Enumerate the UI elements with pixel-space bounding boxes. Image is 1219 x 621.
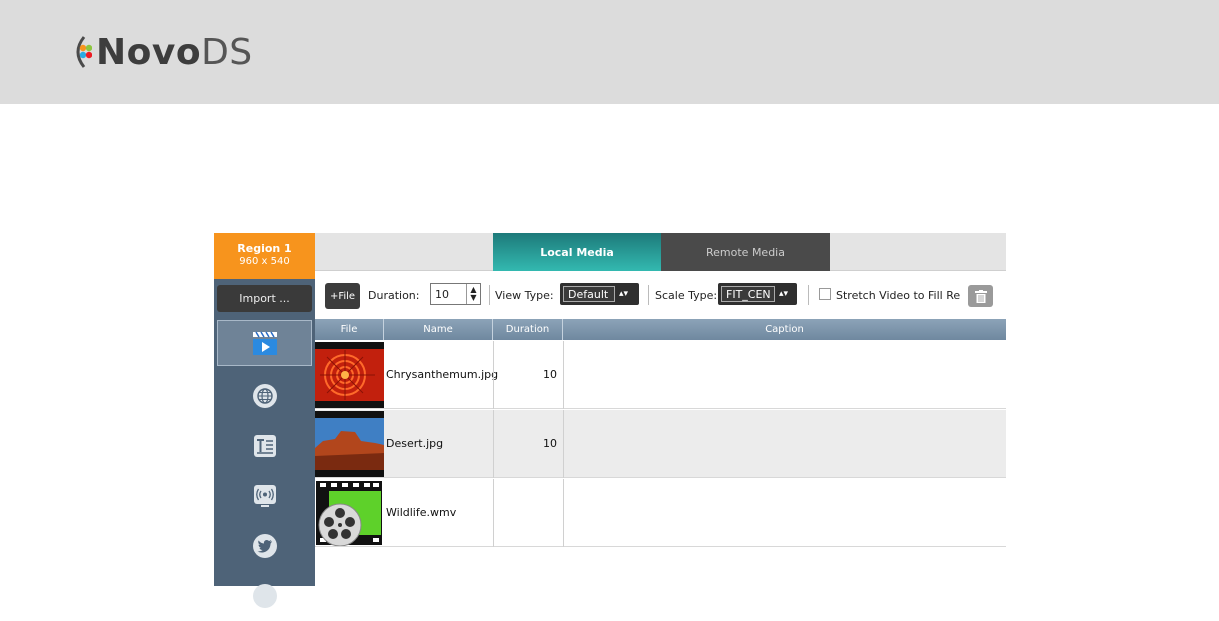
file-name: Wildlife.wmv (386, 506, 457, 519)
sidebar-item-text[interactable] (214, 421, 315, 471)
media-table-header: File Name Duration Caption (315, 319, 1006, 340)
column-header-file[interactable]: File (315, 319, 384, 340)
logo-mark-icon (70, 34, 93, 70)
novods-logo: NovoDS (70, 27, 253, 77)
file-duration[interactable]: 10 (493, 437, 563, 450)
more-icon (252, 584, 277, 608)
media-toolbar: +File Duration: 10 ▲ ▼ View Type: Default… (315, 277, 1006, 315)
thumbnail-desert (315, 411, 384, 477)
stretch-video-label: Stretch Video to Fill Re (836, 289, 960, 302)
view-type-label: View Type: (495, 289, 554, 302)
column-header-caption[interactable]: Caption (563, 319, 1006, 340)
view-type-value: Default (563, 286, 615, 302)
twitter-icon (252, 534, 277, 558)
table-row[interactable]: Desert.jpg 10 (315, 410, 1006, 478)
video-file-icon (315, 480, 384, 546)
media-clapper-icon (252, 331, 277, 355)
column-header-duration[interactable]: Duration (493, 319, 563, 340)
stepper-arrows-icon[interactable]: ▲ ▼ (466, 284, 480, 304)
sidebar: Region 1 960 x 540 Import ... (214, 233, 315, 608)
sidebar-item-more[interactable] (214, 571, 315, 621)
duration-label: Duration: (368, 289, 420, 302)
column-divider (563, 410, 564, 478)
scale-type-select[interactable]: FIT_CEN ▴▾ (718, 283, 797, 305)
stretch-video-checkbox[interactable] (819, 288, 831, 300)
sidebar-item-media[interactable] (217, 320, 312, 366)
add-file-button[interactable]: +File (325, 283, 360, 309)
region-badge[interactable]: Region 1 960 x 540 (214, 233, 315, 279)
select-arrows-icon: ▴▾ (619, 289, 629, 299)
toolbar-divider (808, 285, 809, 305)
file-name: Desert.jpg (386, 437, 444, 450)
logo-text-light: DS (201, 31, 253, 73)
column-divider (563, 479, 564, 547)
column-header-name[interactable]: Name (384, 319, 493, 340)
region-name: Region 1 (237, 242, 292, 255)
broadcast-icon (253, 485, 276, 507)
toolbar-divider (489, 285, 490, 305)
duration-stepper[interactable]: 10 ▲ ▼ (430, 283, 481, 305)
tab-local-media[interactable]: Local Media (493, 233, 661, 271)
sidebar-item-web[interactable] (214, 371, 315, 421)
duration-value: 10 (435, 287, 449, 301)
toolbar-divider (648, 285, 649, 305)
table-row[interactable]: Wildlife.wmv (315, 479, 1006, 547)
editor-panel: Region 1 960 x 540 Import ... Local Medi… (214, 233, 1006, 608)
import-button[interactable]: Import ... (217, 285, 312, 312)
app-header: NovoDS (0, 0, 1219, 104)
media-content: Local Media Remote Media +File Duration:… (315, 233, 1006, 586)
select-arrows-icon: ▴▾ (779, 289, 789, 299)
text-icon (253, 435, 276, 457)
column-divider (563, 341, 564, 409)
table-row[interactable]: Chrysanthemum.jpg 10 (315, 341, 1006, 409)
column-divider (493, 479, 494, 547)
region-size: 960 x 540 (239, 256, 290, 267)
delete-button[interactable] (968, 285, 993, 307)
thumbnail-chrysanthemum (315, 342, 384, 408)
scale-type-label: Scale Type: (655, 289, 718, 302)
globe-icon (252, 384, 277, 408)
tab-bar: Local Media Remote Media (315, 233, 1006, 271)
sidebar-item-broadcast[interactable] (214, 471, 315, 521)
logo-text-bold: Novo (96, 31, 202, 73)
view-type-select[interactable]: Default ▴▾ (560, 283, 639, 305)
tab-remote-media[interactable]: Remote Media (661, 233, 830, 271)
scale-type-value: FIT_CEN (721, 286, 775, 302)
sidebar-item-twitter[interactable] (214, 521, 315, 571)
file-name: Chrysanthemum.jpg (386, 368, 499, 381)
file-duration[interactable]: 10 (493, 368, 563, 381)
trash-icon (974, 289, 987, 303)
